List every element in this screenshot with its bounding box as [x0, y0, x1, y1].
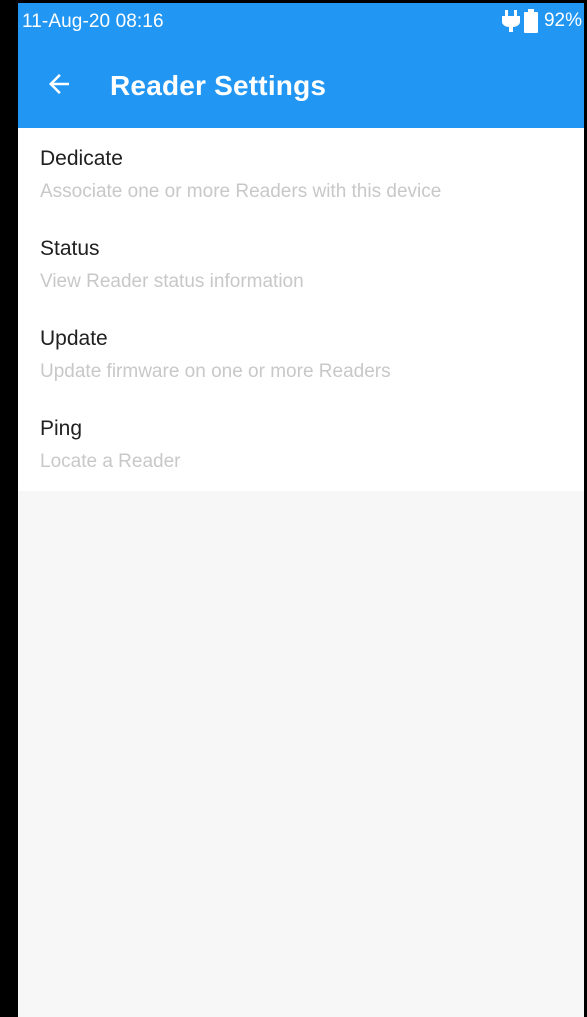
- settings-item-subtitle: Associate one or more Readers with this …: [40, 181, 442, 202]
- status-bar: 11-Aug-20 08:16 92%: [18, 3, 584, 42]
- phone-screen: 11-Aug-20 08:16 92% Reader Settings Dedi…: [0, 0, 587, 1017]
- settings-item-title: Status: [40, 237, 100, 260]
- back-arrow-icon[interactable]: [44, 69, 74, 99]
- settings-item-dedicate[interactable]: Dedicate Associate one or more Readers w…: [18, 128, 584, 218]
- battery-icon: [523, 9, 538, 33]
- app-bar: Reader Settings: [18, 42, 584, 128]
- settings-item-subtitle: Locate a Reader: [40, 451, 181, 472]
- settings-item-status[interactable]: Status View Reader status information: [18, 218, 584, 308]
- settings-item-title: Update: [40, 327, 108, 350]
- status-time: 11-Aug-20 08:16: [22, 11, 164, 32]
- settings-item-title: Dedicate: [40, 147, 123, 170]
- settings-item-update[interactable]: Update Update firmware on one or more Re…: [18, 308, 584, 398]
- settings-item-ping[interactable]: Ping Locate a Reader: [18, 398, 584, 488]
- plug-icon: [501, 10, 520, 32]
- settings-item-subtitle: View Reader status information: [40, 271, 304, 292]
- status-icons: 92%: [501, 8, 582, 34]
- page-title: Reader Settings: [110, 70, 327, 101]
- battery-percentage: 92%: [543, 10, 582, 31]
- settings-item-subtitle: Update firmware on one or more Readers: [40, 361, 391, 382]
- settings-list: Dedicate Associate one or more Readers w…: [18, 128, 584, 491]
- settings-item-title: Ping: [40, 417, 83, 440]
